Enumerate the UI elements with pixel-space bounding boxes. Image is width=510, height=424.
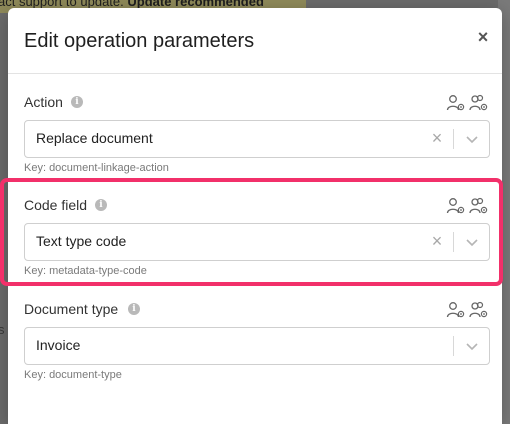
document-type-select[interactable]: Invoice	[24, 327, 490, 365]
field-label: Action	[24, 94, 63, 110]
user-settings-icon[interactable]	[446, 197, 466, 215]
background-edge: c s	[0, 200, 8, 340]
acl-icons	[446, 94, 490, 112]
select-value: Replace document	[36, 130, 153, 146]
user-settings-icon[interactable]	[446, 94, 466, 112]
user-settings-icon[interactable]	[446, 301, 466, 319]
select-value: Text type code	[36, 233, 127, 249]
info-icon[interactable]: i	[128, 303, 140, 315]
select-divider	[453, 336, 454, 356]
clear-icon[interactable]: ×	[429, 128, 445, 148]
background-edge-letter: s	[0, 322, 5, 337]
select-value: Invoice	[36, 337, 81, 353]
acl-icons	[446, 301, 490, 319]
field-label: Document type	[24, 301, 119, 317]
field-label-row: Document type i	[24, 301, 490, 321]
group-settings-icon[interactable]	[469, 301, 489, 319]
close-icon[interactable]: ×	[474, 28, 492, 46]
info-icon[interactable]: i	[71, 96, 83, 108]
edit-parameters-dialog: Edit operation parameters × Action i Rep…	[8, 8, 502, 424]
clear-icon[interactable]: ×	[429, 231, 445, 251]
field-label-row: Action i	[24, 94, 490, 114]
field-label: Code field	[24, 197, 88, 213]
select-divider	[453, 129, 454, 149]
group-settings-icon[interactable]	[469, 197, 489, 215]
dialog-title: Edit operation parameters	[24, 30, 255, 52]
chevron-down-icon[interactable]	[464, 338, 480, 354]
field-key: Key: document-linkage-action	[24, 162, 169, 174]
group-settings-icon[interactable]	[469, 94, 489, 112]
info-icon[interactable]: i	[95, 199, 107, 211]
background-edge-letter: c	[0, 210, 5, 225]
acl-icons	[446, 197, 490, 215]
select-divider	[453, 232, 454, 252]
dialog-header: Edit operation parameters ×	[8, 8, 502, 74]
chevron-down-icon[interactable]	[464, 131, 480, 147]
field-key: Key: document-type	[24, 369, 122, 381]
code-field-select[interactable]: Text type code ×	[24, 223, 490, 261]
field-label-row: Code field i	[24, 197, 490, 217]
field-key: Key: metadata-type-code	[24, 265, 147, 277]
action-select[interactable]: Replace document ×	[24, 120, 490, 158]
chevron-down-icon[interactable]	[464, 234, 480, 250]
